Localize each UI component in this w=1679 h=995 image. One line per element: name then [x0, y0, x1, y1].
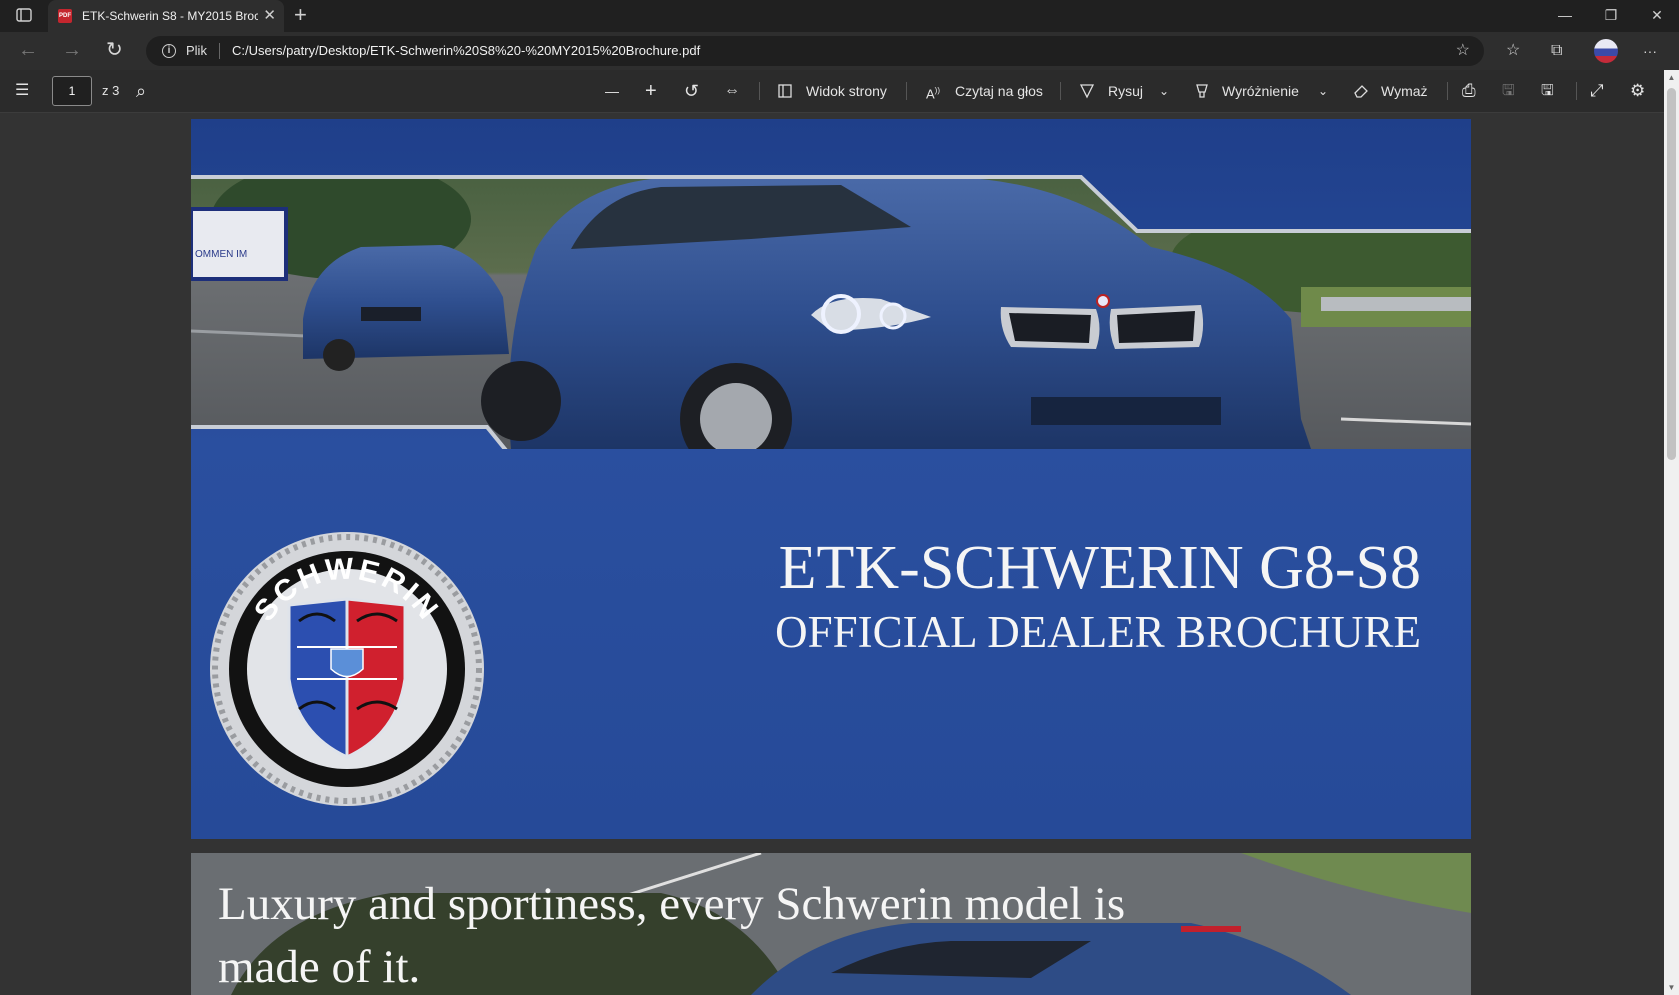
- tab-actions-icon[interactable]: [16, 8, 32, 22]
- pdf-page-1: OMMEN IM SCHWERIN ETK-SCHWERIN G8-S8 OFF…: [191, 119, 1471, 839]
- pdf-toolbar: ☰ 1 z 3 ⌕ — + ↺ ⇔ Widok strony A)) Czyta…: [0, 70, 1679, 113]
- brochure-subtitle: OFFICIAL DEALER BROCHURE: [775, 607, 1421, 657]
- toolbar-separator: [906, 82, 907, 100]
- tagline-line-1: Luxury and sportiness, every Schwerin mo…: [218, 878, 1126, 930]
- scroll-up-arrow-icon[interactable]: ▲: [1664, 73, 1679, 82]
- save-icon: 🖫: [1502, 82, 1515, 99]
- page-number-input[interactable]: 1: [52, 76, 92, 106]
- highlight-button[interactable]: Wyróżnienie: [1222, 70, 1299, 112]
- page-total-label: z 3: [102, 83, 120, 98]
- back-button[interactable]: ←: [18, 32, 38, 70]
- cover-car-photo: OMMEN IM: [191, 175, 1471, 449]
- toolbar-separator: [1576, 82, 1577, 100]
- fullscreen-icon[interactable]: ⤢: [1590, 70, 1604, 112]
- rotate-button[interactable]: ↺: [684, 70, 699, 112]
- profile-avatar[interactable]: [1594, 39, 1618, 63]
- vertical-scrollbar[interactable]: ▲ ▼: [1664, 70, 1679, 995]
- erase-button[interactable]: Wymaż: [1381, 70, 1428, 112]
- highlight-icon[interactable]: [1194, 83, 1210, 99]
- window-close-button[interactable]: ✕: [1634, 0, 1679, 32]
- page2-tagline: Luxury and sportiness, every Schwerin mo…: [218, 873, 1318, 995]
- search-icon[interactable]: ⌕: [136, 70, 146, 112]
- save-as-icon[interactable]: 🖫: [1541, 70, 1554, 112]
- address-scheme-label: Plik: [186, 43, 207, 58]
- navigation-bar: ← → ↻ i Plik C:/Users/patry/Desktop/ETK-…: [0, 32, 1679, 70]
- table-of-contents-icon[interactable]: ☰: [15, 70, 29, 112]
- more-menu-icon[interactable]: ···: [1643, 32, 1657, 70]
- tagline-line-2: made of it.: [218, 941, 421, 993]
- scrollbar-thumb[interactable]: [1667, 88, 1676, 460]
- draw-icon[interactable]: [1079, 83, 1095, 99]
- pdf-file-icon: PDF: [58, 9, 72, 23]
- toolbar-separator: [1060, 82, 1061, 100]
- zoom-in-button[interactable]: +: [645, 70, 657, 112]
- address-separator: [219, 43, 220, 59]
- eraser-icon[interactable]: [1353, 83, 1369, 99]
- pdf-page-2: Luxury and sportiness, every Schwerin mo…: [191, 853, 1471, 995]
- draw-button[interactable]: Rysuj: [1108, 70, 1143, 112]
- fit-to-width-button[interactable]: ⇔: [724, 70, 740, 112]
- toolbar-separator: [1447, 82, 1448, 100]
- add-favorite-icon[interactable]: ☆: [1456, 36, 1470, 66]
- title-bar: PDF ETK-Schwerin S8 - MY2015 Brochure.pd…: [0, 0, 1679, 32]
- tab-title: ETK-Schwerin S8 - MY2015 Brochure.pdf: [82, 9, 258, 23]
- refresh-button[interactable]: ↻: [106, 32, 123, 70]
- site-info-icon[interactable]: i: [162, 44, 176, 58]
- brochure-title: ETK-SCHWERIN G8-S8: [778, 534, 1421, 602]
- print-icon[interactable]: ⎙: [1462, 70, 1476, 112]
- address-url[interactable]: C:/Users/patry/Desktop/ETK-Schwerin%20S8…: [232, 36, 700, 66]
- zoom-out-button[interactable]: —: [605, 70, 619, 112]
- draw-chevron-icon[interactable]: ⌄: [1159, 70, 1169, 112]
- page-view-icon[interactable]: [777, 83, 793, 99]
- tab-close-icon[interactable]: ✕: [263, 0, 276, 32]
- billboard-text: OMMEN IM: [195, 249, 247, 260]
- collections-icon[interactable]: ⧉: [1551, 32, 1562, 70]
- restore-button[interactable]: ❐: [1588, 0, 1634, 32]
- scroll-down-arrow-icon[interactable]: ▼: [1664, 983, 1679, 992]
- address-bar[interactable]: i Plik C:/Users/patry/Desktop/ETK-Schwer…: [146, 36, 1484, 66]
- favorites-icon[interactable]: ☆: [1506, 32, 1520, 70]
- read-aloud-icon[interactable]: A)): [926, 70, 940, 112]
- minimize-button[interactable]: —: [1542, 0, 1588, 32]
- page-view-button[interactable]: Widok strony: [806, 70, 887, 112]
- active-tab[interactable]: PDF ETK-Schwerin S8 - MY2015 Brochure.pd…: [48, 0, 284, 32]
- highlight-chevron-icon[interactable]: ⌄: [1318, 70, 1328, 112]
- read-aloud-button[interactable]: Czytaj na głos: [955, 70, 1043, 112]
- toolbar-separator: [759, 82, 760, 100]
- settings-icon[interactable]: ⚙: [1630, 70, 1645, 112]
- new-tab-button[interactable]: +: [294, 0, 307, 32]
- forward-button[interactable]: →: [62, 32, 82, 70]
